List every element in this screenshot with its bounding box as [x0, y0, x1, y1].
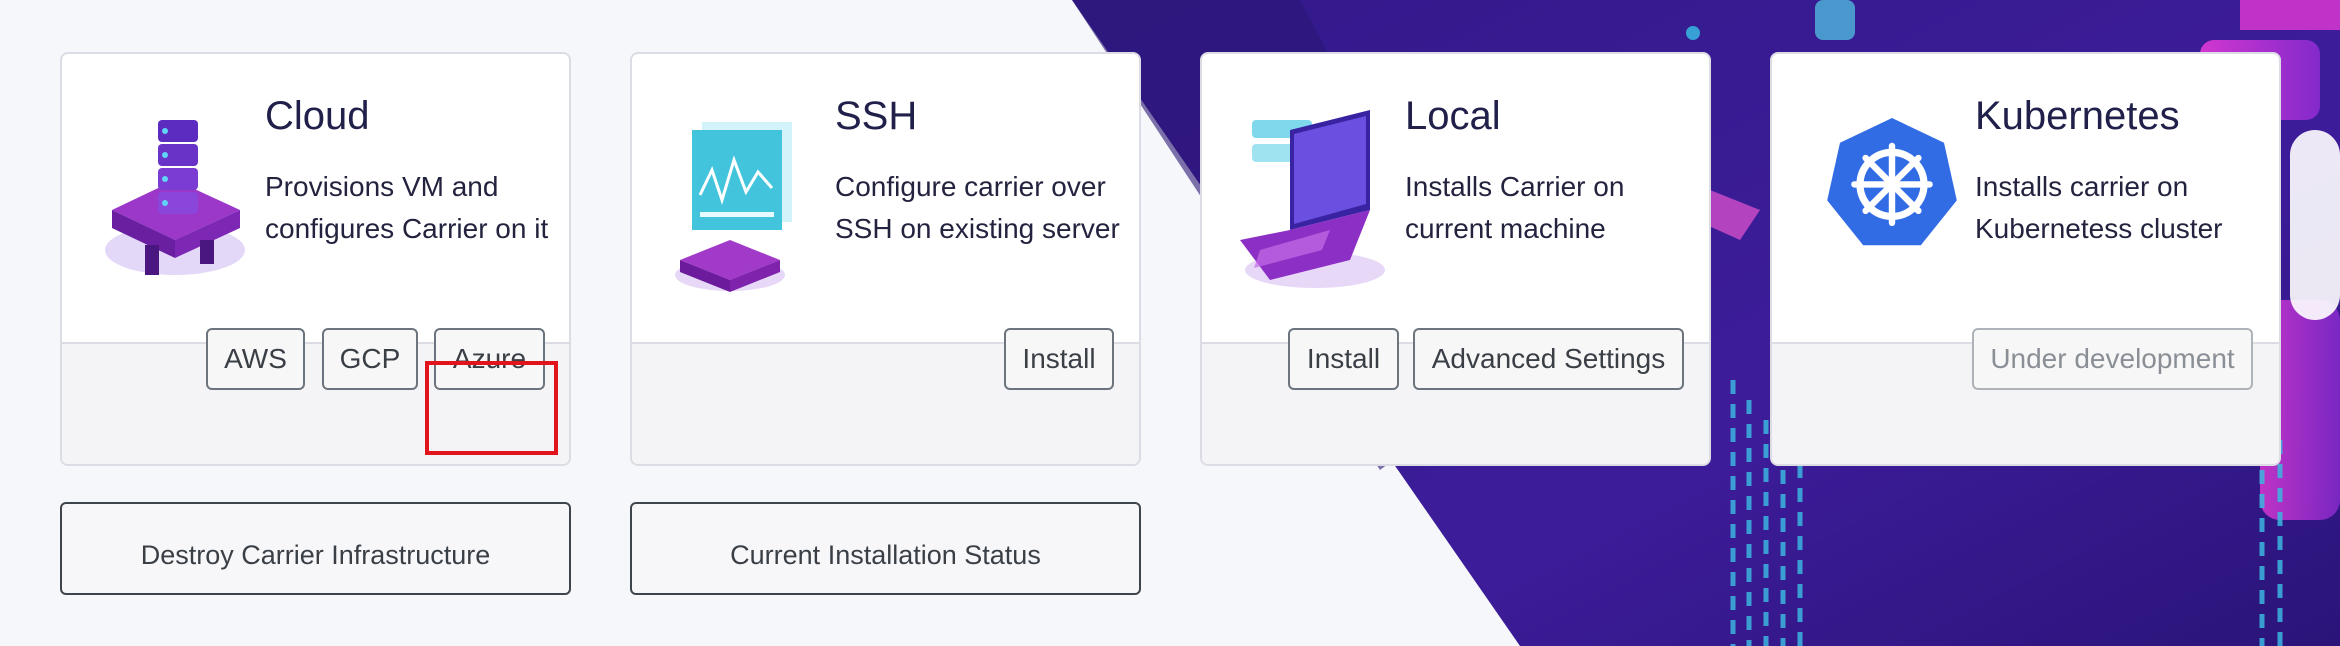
azure-highlight-box [425, 361, 558, 455]
ssh-install-button[interactable]: Install [1004, 328, 1114, 390]
local-card-body: Local Installs Carrier on current machin… [1202, 54, 1709, 346]
card-title: Kubernetes [1975, 94, 2180, 138]
kubernetes-card: Kubernetes Installs carrier on Kubernete… [1770, 52, 2281, 466]
card-description: Configure carrier over SSH on existing s… [835, 171, 1120, 244]
laptop-icon [1240, 110, 1385, 288]
aws-button[interactable]: AWS [206, 328, 305, 390]
kubernetes-helm-icon [1827, 118, 1957, 246]
card-title: Cloud [265, 94, 370, 138]
local-card: Local Installs Carrier on current machin… [1200, 52, 1711, 466]
kubernetes-card-body: Kubernetes Installs carrier on Kubernete… [1772, 54, 2279, 346]
server-stack-icon [105, 120, 245, 275]
cloud-card-body: Cloud Provisions VM and configures Carri… [62, 54, 569, 346]
gcp-button[interactable]: GCP [322, 328, 418, 390]
ssh-card: SSH Configure carrier over SSH on existi… [630, 52, 1141, 466]
destroy-infrastructure-button[interactable]: Destroy Carrier Infrastructure [60, 502, 571, 595]
card-title: SSH [835, 94, 918, 138]
local-install-button[interactable]: Install [1288, 328, 1399, 390]
card-title: Local [1405, 94, 1501, 138]
ssh-card-body: SSH Configure carrier over SSH on existi… [632, 54, 1139, 346]
ssh-terminal-icon [675, 122, 792, 292]
under-development-button[interactable]: Under development [1972, 328, 2253, 390]
card-description: Installs carrier on Kubernetess cluster [1975, 171, 2223, 244]
card-description: Provisions VM and configures Carrier on … [265, 171, 549, 244]
card-description: Installs Carrier on current machine [1405, 171, 1625, 244]
advanced-settings-button[interactable]: Advanced Settings [1413, 328, 1684, 390]
installation-status-button[interactable]: Current Installation Status [630, 502, 1141, 595]
